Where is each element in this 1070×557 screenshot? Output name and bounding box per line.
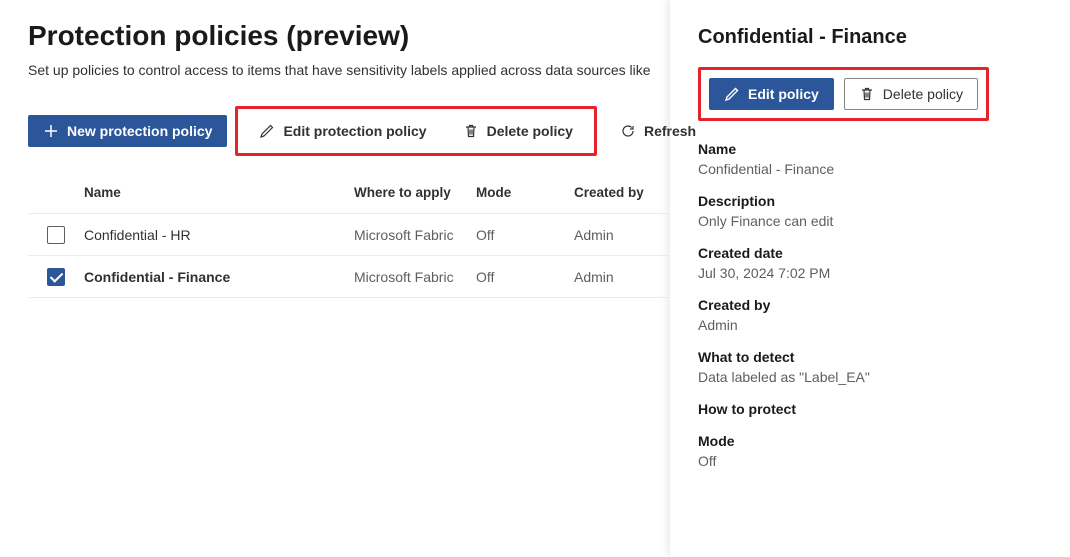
edit-policy-button[interactable]: Edit protection policy [244,115,441,147]
table-header-row: Name Where to apply Mode Created by [28,172,670,214]
row-name: Confidential - HR [84,227,354,243]
col-header-name[interactable]: Name [84,185,354,200]
panel-title: Confidential - Finance [698,26,1042,49]
trash-icon [859,86,875,102]
field-value: Off [698,453,1042,469]
field-label: Mode [698,433,1042,449]
field-name: Name Confidential - Finance [698,141,1042,177]
row-by: Admin [574,227,670,243]
panel-delete-label: Delete policy [883,86,963,102]
col-header-where[interactable]: Where to apply [354,185,476,200]
field-how-to-protect: How to protect [698,401,1042,417]
table-row[interactable]: Confidential - Finance Microsoft Fabric … [28,256,670,298]
policies-table: Name Where to apply Mode Created by Conf… [28,172,670,298]
delete-policy-button[interactable]: Delete policy [448,115,588,147]
field-label: Description [698,193,1042,209]
panel-edit-label: Edit policy [748,86,819,102]
field-label: Created date [698,245,1042,261]
field-value: Admin [698,317,1042,333]
field-mode: Mode Off [698,433,1042,469]
toolbar-highlight: Edit protection policy Delete policy [235,106,597,156]
delete-policy-label: Delete policy [487,123,573,139]
panel-edit-button[interactable]: Edit policy [709,78,834,110]
edit-policy-label: Edit protection policy [283,123,426,139]
pencil-icon [724,86,740,102]
field-label: Name [698,141,1042,157]
page-subtitle: Set up policies to control access to ite… [28,62,670,78]
col-header-mode[interactable]: Mode [476,185,574,200]
main-content: Protection policies (preview) Set up pol… [0,0,670,557]
pencil-icon [259,123,275,139]
row-by: Admin [574,269,670,285]
row-name: Confidential - Finance [84,269,354,285]
field-value: Confidential - Finance [698,161,1042,177]
row-checkbox[interactable] [47,226,65,244]
row-where: Microsoft Fabric [354,269,476,285]
field-created-by: Created by Admin [698,297,1042,333]
field-value: Only Finance can edit [698,213,1042,229]
field-label: What to detect [698,349,1042,365]
refresh-icon [620,123,636,139]
refresh-button[interactable]: Refresh [605,115,711,147]
field-label: How to protect [698,401,1042,417]
field-label: Created by [698,297,1042,313]
plus-icon [43,123,59,139]
details-panel: Confidential - Finance Edit policy Delet… [670,0,1070,557]
row-where: Microsoft Fabric [354,227,476,243]
field-description: Description Only Finance can edit [698,193,1042,229]
new-policy-button[interactable]: New protection policy [28,115,227,147]
col-header-by[interactable]: Created by [574,185,670,200]
panel-delete-button[interactable]: Delete policy [844,78,978,110]
field-value: Data labeled as "Label_EA" [698,369,1042,385]
row-mode: Off [476,269,574,285]
toolbar: New protection policy Edit protection po… [28,106,670,156]
table-row[interactable]: Confidential - HR Microsoft Fabric Off A… [28,214,670,256]
row-checkbox[interactable] [47,268,65,286]
refresh-label: Refresh [644,123,696,139]
field-what-to-detect: What to detect Data labeled as "Label_EA… [698,349,1042,385]
trash-icon [463,123,479,139]
panel-toolbar-highlight: Edit policy Delete policy [698,67,989,121]
field-value: Jul 30, 2024 7:02 PM [698,265,1042,281]
new-policy-label: New protection policy [67,123,212,139]
row-mode: Off [476,227,574,243]
page-title: Protection policies (preview) [28,20,670,52]
panel-toolbar: Edit policy Delete policy [698,67,1042,121]
field-created-date: Created date Jul 30, 2024 7:02 PM [698,245,1042,281]
